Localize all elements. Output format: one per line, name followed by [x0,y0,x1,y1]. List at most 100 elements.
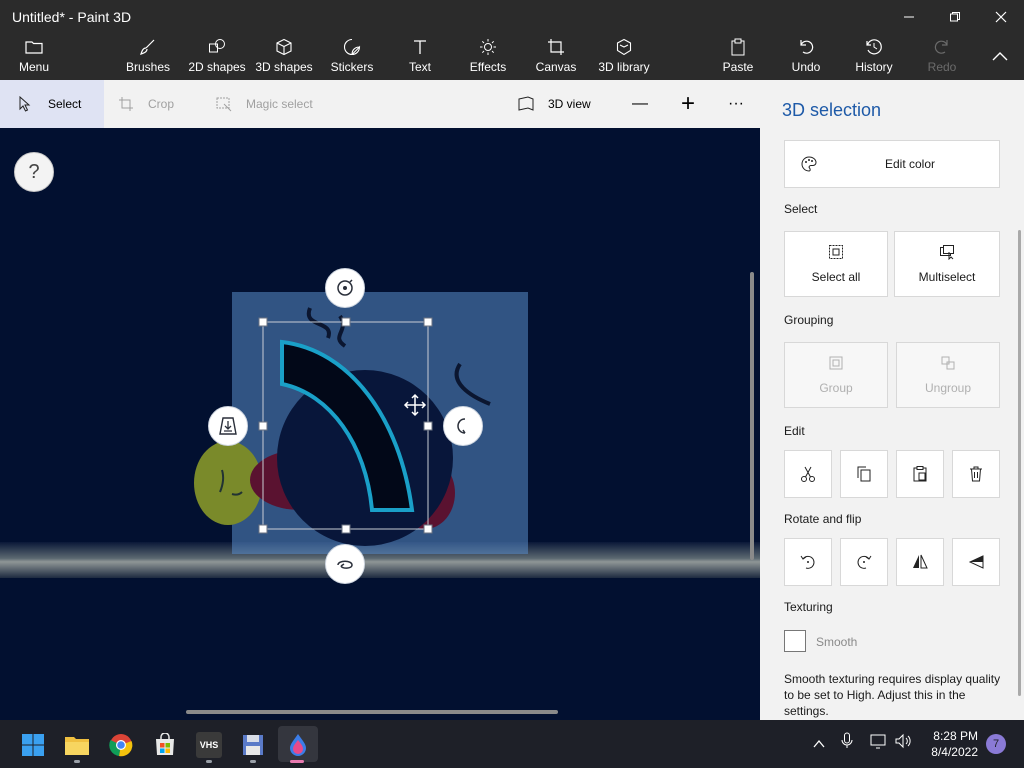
minimize-button[interactable] [886,0,932,34]
select-all-label: Select all [811,270,861,284]
multiselect-button[interactable]: Multiselect [894,231,1000,297]
windows-start-icon [22,734,44,756]
chevron-up-icon [813,739,825,748]
select-all-icon [829,245,843,259]
undo-button[interactable]: Undo [786,34,826,80]
history-button[interactable]: History [852,34,896,80]
2d-shapes-button[interactable]: 2D shapes [186,34,248,80]
menu-button[interactable]: Menu [14,34,54,80]
stickers-button[interactable]: Stickers [328,34,376,80]
group-button[interactable]: Group [784,342,888,408]
network-tray[interactable] [870,732,888,753]
smooth-checkbox[interactable] [784,630,806,652]
brush-icon [140,39,155,55]
panel-scrollbar[interactable] [1018,230,1021,696]
flip-horizontal-button[interactable] [896,538,944,586]
store-taskbar[interactable] [152,732,178,758]
rotate-y-icon [457,418,466,434]
rotate-right-button[interactable] [840,538,888,586]
rotate-left-button[interactable] [784,538,832,586]
vertical-scrollbar[interactable] [750,272,754,560]
clock[interactable]: 8:28 PM 8/4/2022 [920,728,978,760]
brushes-label: Brushes [125,60,171,74]
rotate-x-handle[interactable] [325,268,365,308]
crop-tool[interactable]: Crop [118,80,188,128]
push-back-handle[interactable] [208,406,248,446]
3d-library-button[interactable]: 3D library [594,34,654,80]
effects-button[interactable]: Effects [468,34,508,80]
time: 8:28 PM [933,729,978,743]
canvas-button[interactable]: Canvas [534,34,578,80]
paste-icon [913,466,927,482]
vhs-taskbar[interactable]: VHS [196,732,222,758]
3d-shapes-button[interactable]: 3D shapes [254,34,314,80]
minimize-icon [904,16,914,18]
3d-object-scene[interactable] [0,128,760,720]
magic-select-icon [216,97,232,112]
history-label: History [855,60,893,74]
redo-icon [934,40,948,54]
edit-color-label: Edit color [885,157,936,171]
2d-shapes-label: 2D shapes [188,60,246,74]
flip-vertical-button[interactable] [952,538,1000,586]
volume-tray[interactable] [894,732,912,753]
date: 8/4/2022 [931,745,978,759]
close-icon [995,11,1007,23]
delete-button[interactable] [952,450,1000,498]
close-button[interactable] [978,0,1024,34]
effects-label: Effects [469,60,507,74]
paste-label: Paste [722,60,754,74]
more-icon: ··· [728,95,744,112]
floppy-taskbar[interactable] [240,732,266,758]
show-hidden-icons[interactable] [812,732,826,754]
cursor-icon [19,96,31,112]
copy-icon [857,466,871,482]
3d-view-toggle[interactable]: 3D view [518,80,598,128]
vhs-icon: VHS [199,740,219,750]
cut-icon [801,466,815,482]
collapse-ribbon-button[interactable] [986,34,1014,80]
redo-button[interactable]: Redo [922,34,962,80]
rotate-z-handle[interactable] [325,544,365,584]
start-button[interactable] [20,732,46,758]
edit-color-button[interactable]: Edit color [784,140,1000,188]
ungroup-button[interactable]: Ungroup [896,342,1000,408]
smooth-label: Smooth [816,635,858,649]
file-explorer-taskbar[interactable] [64,732,90,758]
ungroup-label: Ungroup [924,381,972,395]
more-button[interactable]: ··· [722,80,750,128]
text-button[interactable]: Text [400,34,440,80]
undo-label: Undo [791,60,821,74]
rotate-y-handle[interactable] [443,406,483,446]
restore-button[interactable] [932,0,978,34]
horizontal-scrollbar[interactable] [186,710,558,714]
copy-button[interactable] [840,450,888,498]
zoom-in-button[interactable]: + [676,80,700,128]
title-bar: Untitled* - Paint 3D [0,0,1024,34]
3d-shapes-label: 3D shapes [255,60,313,74]
cut-button[interactable] [784,450,832,498]
select-label: Select [48,97,82,111]
running-indicator [206,760,212,763]
microphone-tray[interactable] [840,732,854,753]
sun-icon [480,39,496,55]
text-label: Text [408,60,431,74]
magic-select-tool[interactable]: Magic select [216,80,328,128]
2d-shapes-icon [209,39,225,53]
help-button[interactable]: ? [14,152,54,192]
drawing-canvas[interactable]: ? [0,128,760,720]
paste-panel-button[interactable] [896,450,944,498]
select-tool[interactable]: Select [0,80,104,128]
3d-view-icon [518,96,534,111]
brushes-button[interactable]: Brushes [124,34,172,80]
delete-icon [970,466,982,482]
zoom-out-button[interactable]: — [628,80,652,128]
paste-button[interactable]: Paste [718,34,758,80]
3d-library-label: 3D library [598,60,650,74]
chrome-taskbar[interactable] [108,732,134,758]
select-all-button[interactable]: Select all [784,231,888,297]
notification-badge[interactable]: 7 [986,734,1006,754]
paint3d-taskbar[interactable] [278,726,318,762]
group-icon [829,356,843,370]
volume-icon [895,733,911,749]
